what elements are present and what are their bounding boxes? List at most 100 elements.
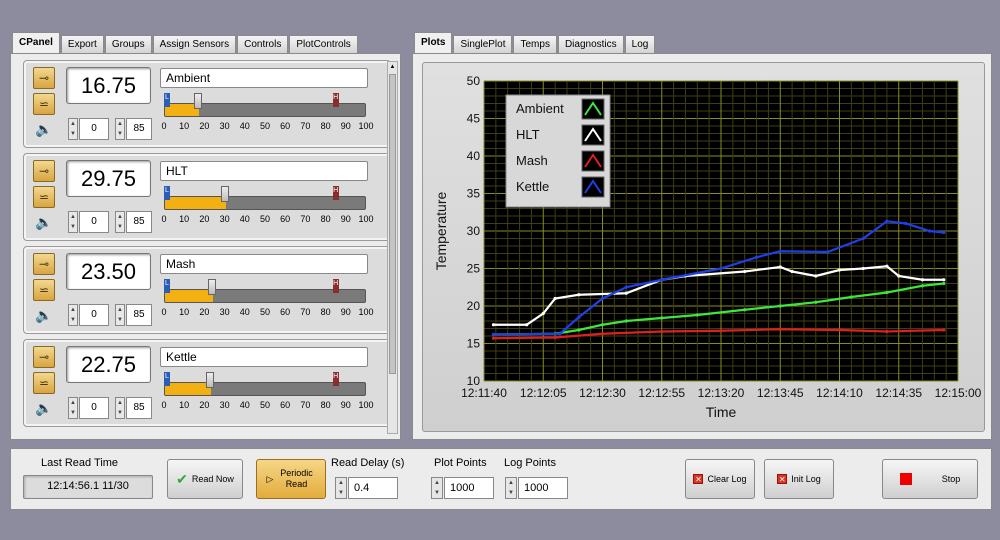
data-point — [920, 278, 925, 282]
chart-icon[interactable]: ⋍ — [33, 186, 55, 208]
periodic-read-button[interactable]: ▷ Periodic Read — [256, 459, 326, 499]
chart-icon[interactable]: ⋍ — [33, 372, 55, 394]
high-alarm-input[interactable]: 85 — [126, 397, 152, 419]
tab-log[interactable]: Log — [624, 35, 656, 53]
data-point — [897, 274, 901, 278]
slider-thumb[interactable] — [220, 186, 229, 202]
speaker-icon[interactable]: 🔈 — [33, 400, 55, 416]
data-point — [660, 316, 664, 320]
read-delay-input[interactable]: 0.4 — [348, 477, 398, 499]
data-point — [624, 319, 628, 323]
low-alarm-spinner[interactable]: ▲ ▼ — [68, 118, 78, 140]
init-log-button[interactable]: ✕ Init Log — [764, 459, 834, 499]
thermometer-icon[interactable]: ⊸ — [33, 346, 55, 368]
high-alarm-input[interactable]: 85 — [126, 211, 152, 233]
y-tick-label: 35 — [467, 187, 481, 201]
stop-button[interactable]: Stop — [882, 459, 978, 499]
sensor-name[interactable]: Mash — [160, 254, 368, 274]
scale-tick-label: 30 — [219, 400, 230, 410]
legend-label: Ambient — [516, 101, 564, 116]
scroll-thumb[interactable] — [389, 74, 396, 374]
thermometer-icon[interactable]: ⊸ — [33, 67, 55, 89]
high-alarm-spinner[interactable]: ▲ ▼ — [115, 397, 125, 419]
high-marker[interactable]: H — [332, 93, 339, 107]
chart-icon[interactable]: ⋍ — [33, 93, 55, 115]
slider-thumb[interactable] — [194, 93, 203, 109]
read-delay-spinner[interactable]: ▲ ▼ — [335, 477, 347, 499]
log-points-input[interactable]: 1000 — [518, 477, 568, 499]
data-point — [525, 323, 529, 327]
scale-tick-label: 70 — [300, 307, 311, 317]
scale-tick-label: 20 — [199, 214, 210, 224]
y-axis-label: Temperature — [433, 191, 449, 270]
high-marker[interactable]: H — [332, 372, 339, 386]
thermometer-icon[interactable]: ⊸ — [33, 253, 55, 275]
scale-tick-label: 0 — [161, 400, 167, 410]
stop-icon — [899, 473, 912, 485]
data-point — [660, 329, 664, 334]
plot-points-input[interactable]: 1000 — [444, 477, 494, 499]
scale-tick-label: 40 — [239, 214, 250, 224]
tab-controls[interactable]: Controls — [237, 35, 289, 53]
low-marker[interactable]: L — [164, 279, 170, 293]
sensor-name[interactable]: HLT — [160, 161, 368, 181]
low-alarm-spinner[interactable]: ▲ ▼ — [68, 397, 78, 419]
low-alarm-input[interactable]: 0 — [79, 397, 109, 419]
slider-thumb[interactable] — [208, 279, 217, 295]
tab-temps[interactable]: Temps — [513, 35, 557, 53]
thermometer-icon[interactable]: ⊸ — [33, 160, 55, 182]
low-marker[interactable]: L — [164, 93, 170, 107]
sensor-name[interactable]: Ambient — [160, 68, 368, 88]
slider-scale: 0 10 20 30 40 50 60 70 80 90 100 — [161, 214, 373, 228]
scale-tick-label: 0 — [161, 214, 167, 224]
high-alarm-spinner[interactable]: ▲ ▼ — [115, 304, 125, 326]
high-alarm-spinner[interactable]: ▲ ▼ — [115, 211, 125, 233]
tab-cpanel[interactable]: CPanel — [12, 32, 60, 53]
sensor-name[interactable]: Kettle — [160, 347, 368, 367]
slider-scale: 0 10 20 30 40 50 60 70 80 90 100 — [161, 307, 373, 321]
low-alarm-input[interactable]: 0 — [79, 118, 109, 140]
data-point — [558, 332, 562, 336]
tab-groups[interactable]: Groups — [104, 35, 152, 53]
high-marker[interactable]: H — [332, 186, 339, 200]
speaker-icon[interactable]: 🔈 — [33, 121, 55, 137]
read-now-label: Read Now — [191, 474, 234, 484]
high-alarm-input[interactable]: 85 — [126, 304, 152, 326]
slider-fill — [165, 290, 214, 302]
y-tick-label: 30 — [467, 224, 481, 238]
clear-log-button[interactable]: ✕ Clear Log — [685, 459, 755, 499]
low-alarm-input[interactable]: 0 — [79, 211, 109, 233]
sensor-card: ⊸ ⋍ 🔈 29.75 ▲ ▼ 0 ▲ ▼ 85 HLT L H 0 10 20 30 40… — [23, 153, 391, 241]
slider-thumb[interactable] — [206, 372, 215, 388]
data-point — [885, 219, 889, 223]
scale-tick-label: 10 — [179, 400, 190, 410]
tab-plots[interactable]: Plots — [414, 32, 453, 53]
high-alarm-spinner[interactable]: ▲ ▼ — [115, 118, 125, 140]
speaker-icon[interactable]: 🔈 — [33, 214, 55, 230]
low-marker[interactable]: L — [164, 372, 170, 386]
scale-tick-label: 30 — [219, 307, 230, 317]
high-marker[interactable]: H — [332, 279, 339, 293]
tab-assign-sensors[interactable]: Assign Sensors — [152, 35, 237, 53]
low-alarm-input[interactable]: 0 — [79, 304, 109, 326]
chart-icon[interactable]: ⋍ — [33, 279, 55, 301]
tab-singleplot[interactable]: SinglePlot — [453, 35, 513, 53]
tab-plotcontrols[interactable]: PlotControls — [289, 35, 358, 53]
left-tab-strip: CPanel Export Groups Assign Sensors Cont… — [12, 32, 359, 53]
low-marker[interactable]: L — [164, 186, 170, 200]
log-points-spinner[interactable]: ▲ ▼ — [505, 477, 517, 499]
tab-export[interactable]: Export — [60, 35, 104, 53]
low-alarm-spinner[interactable]: ▲ ▼ — [68, 304, 78, 326]
scale-tick-label: 10 — [179, 121, 190, 131]
scale-tick-label: 80 — [320, 121, 331, 131]
high-alarm-input[interactable]: 85 — [126, 118, 152, 140]
low-alarm-spinner[interactable]: ▲ ▼ — [68, 211, 78, 233]
x-tick-label: 12:14:10 — [816, 386, 863, 400]
speaker-icon[interactable]: 🔈 — [33, 307, 55, 323]
sensor-card: ⊸ ⋍ 🔈 16.75 ▲ ▼ 0 ▲ ▼ 85 Ambient L H 0 10 20… — [23, 60, 391, 148]
sensor-scrollbar[interactable]: ▲ — [387, 61, 398, 434]
plot-points-spinner[interactable]: ▲ ▼ — [431, 477, 443, 499]
tab-diagnostics[interactable]: Diagnostics — [557, 35, 624, 53]
scroll-up-icon[interactable]: ▲ — [388, 62, 397, 72]
read-now-button[interactable]: ✔ Read Now — [167, 459, 243, 499]
